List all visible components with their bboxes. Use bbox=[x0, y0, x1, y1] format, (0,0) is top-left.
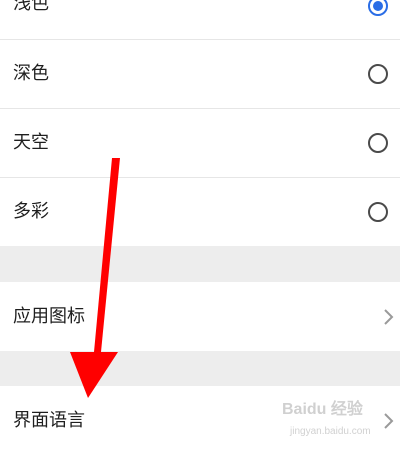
watermark-subtext: jingyan.baidu.com bbox=[289, 426, 371, 437]
app-icon-row[interactable]: 应用图标 bbox=[0, 282, 400, 351]
theme-option-light[interactable]: 浅色 bbox=[0, 0, 400, 39]
section-gap bbox=[0, 351, 400, 386]
chevron-right-icon bbox=[384, 309, 394, 325]
app-icon-label: 应用图标 bbox=[13, 306, 85, 327]
theme-option-sky[interactable]: 天空 bbox=[0, 109, 400, 177]
interface-language-label: 界面语言 bbox=[13, 410, 85, 431]
baidu-watermark-logo: Baidu 经验 jingyan.baidu.com bbox=[282, 399, 371, 437]
radio-selected-icon[interactable] bbox=[368, 0, 388, 16]
settings-screen: 浅色 深色 天空 多彩 应用图标 界面语言 Baidu 经验 jingyan.b… bbox=[0, 0, 400, 450]
radio-icon[interactable] bbox=[368, 133, 388, 153]
theme-option-label: 浅色 bbox=[13, 0, 49, 14]
theme-option-label: 深色 bbox=[13, 63, 49, 84]
chevron-right-icon bbox=[384, 413, 394, 429]
theme-option-colorful[interactable]: 多彩 bbox=[0, 178, 400, 246]
radio-icon[interactable] bbox=[368, 202, 388, 222]
radio-icon[interactable] bbox=[368, 64, 388, 84]
theme-option-label: 多彩 bbox=[13, 201, 49, 222]
section-gap bbox=[0, 246, 400, 282]
watermark-text: Baidu 经验 bbox=[282, 399, 364, 418]
theme-option-dark[interactable]: 深色 bbox=[0, 40, 400, 108]
theme-option-label: 天空 bbox=[13, 132, 49, 153]
